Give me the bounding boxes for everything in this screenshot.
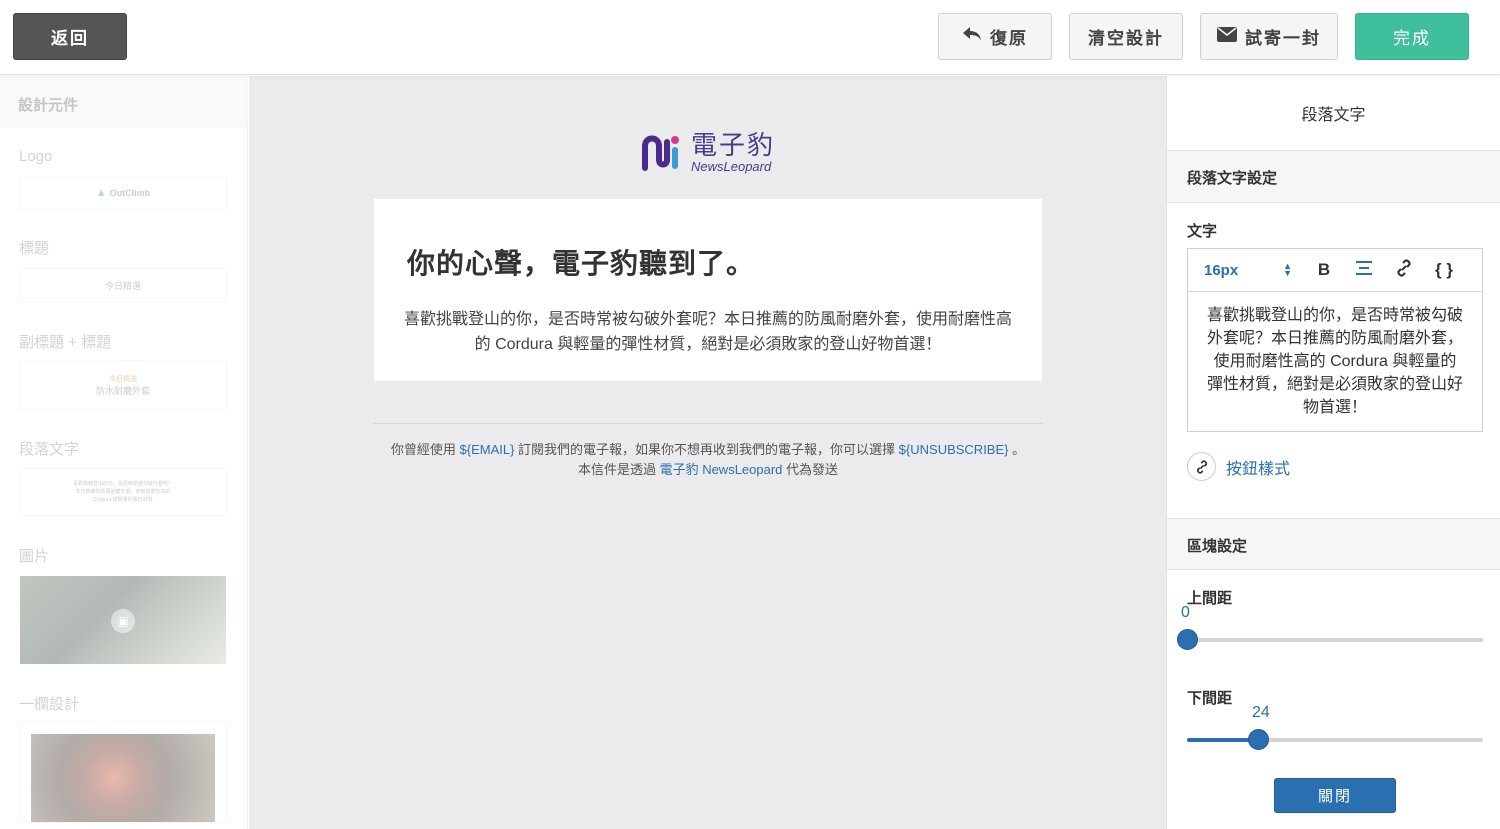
mountain-icon: ▲ <box>95 187 107 199</box>
component-paragraph-line: Cordura 與輕量的彈性材質 <box>93 497 153 503</box>
component-label-logo: Logo <box>19 148 53 165</box>
component-logo[interactable]: ▲ OutClimb <box>19 176 227 210</box>
clear-design-label: 清空設計 <box>1088 29 1164 48</box>
button-style-label: 按鈕樣式 <box>1226 460 1291 478</box>
footer-line-1: 你曾經使用 ${EMAIL} 訂閱我們的電子報，如果你不想再收到我們的電子報，你… <box>359 440 1057 460</box>
undo-icon <box>962 26 982 47</box>
paragraph-editor: 16px ▲ ▼ B { } 喜歡挑戰登山的你，是否時常被勾破外套呢？本日推薦的防… <box>1187 248 1483 432</box>
component-paragraph-line: 本日推薦的防風耐磨外套，使用耐磨性高的 <box>75 489 171 495</box>
link-icon[interactable] <box>1384 258 1424 282</box>
email-heading[interactable]: 你的心聲，電子豹聽到了。 <box>407 242 755 282</box>
send-test-button[interactable]: 試寄一封 <box>1200 13 1338 60</box>
email-variable: ${EMAIL} <box>459 442 515 457</box>
logo-english-name: NewsLeopard <box>691 159 772 174</box>
footer-text: 。 <box>1008 442 1026 457</box>
top-padding-slider[interactable] <box>1176 629 1483 650</box>
bottom-padding-slider[interactable] <box>1187 729 1483 750</box>
component-subtitle-title[interactable]: 今日精選 防水耐磨外套 <box>19 360 227 410</box>
component-label-title: 標題 <box>19 240 50 257</box>
font-size-select[interactable]: 16px ▲ ▼ <box>1204 262 1292 279</box>
components-sidebar: 設計元件 Logo ▲ OutClimb 標題 今日精選 副標題 + 標題 今日… <box>0 76 248 829</box>
component-label-paragraph: 段落文字 <box>19 441 80 458</box>
align-center-icon[interactable] <box>1344 260 1384 280</box>
image-placeholder-icon: ▣ <box>111 609 135 633</box>
envelope-icon <box>1217 26 1237 47</box>
component-paragraph[interactable]: 喜歡挑戰登山的你，是否時常被勾破外套呢？ 本日推薦的防風耐磨外套，使用耐磨性高的… <box>19 468 227 516</box>
undo-button[interactable]: 復原 <box>938 13 1052 60</box>
brand-logo[interactable]: 電子豹 NewsLeopard <box>641 128 775 177</box>
back-label: 返回 <box>51 29 89 48</box>
component-paragraph-line: 喜歡挑戰登山的你，是否時常被勾破外套呢？ <box>72 481 173 487</box>
footer-divider <box>374 423 1042 424</box>
component-label-subtitle-title: 副標題 + 標題 <box>19 334 112 351</box>
top-toolbar: 返回 復原 清空設計 試寄一封 完成 <box>0 0 1500 75</box>
text-field-label: 文字 <box>1187 223 1218 240</box>
footer-line-2: 本信件是透過 電子豹 NewsLeopard 代為發送 <box>359 460 1057 480</box>
done-label: 完成 <box>1393 29 1431 48</box>
component-subtitle-preview: 今日精選 <box>109 375 137 383</box>
component-label-image: 圖片 <box>19 548 50 565</box>
content-block[interactable]: 你的心聲，電子豹聽到了。 喜歡挑戰登山的你，是否時常被勾破外套呢？本日推薦的防風… <box>374 199 1042 381</box>
link-circle-icon <box>1187 452 1216 481</box>
settings-panel: 段落文字 段落文字設定 文字 16px ▲ ▼ B { } 喜歡挑戰登山的你，是否… <box>1166 76 1500 829</box>
bottom-padding-label: 下間距 <box>1187 690 1233 707</box>
component-title[interactable]: 今日精選 <box>19 268 227 302</box>
close-button[interactable]: 關閉 <box>1274 778 1396 813</box>
done-button[interactable]: 完成 <box>1355 13 1469 60</box>
component-label-one-column: 一欄設計 <box>19 696 80 713</box>
footer-text: 代為發送 <box>782 462 839 477</box>
footer-text: 本信件是透過 <box>577 462 660 477</box>
footer-text: 你曾經使用 <box>390 442 460 457</box>
component-title-preview: 今日精選 <box>104 280 141 291</box>
top-padding-value: 0 <box>1181 604 1190 621</box>
logo-chinese-name: 電子豹 <box>691 130 776 160</box>
top-padding-thumb[interactable] <box>1176 629 1198 650</box>
component-logo-preview: OutClimb <box>109 188 151 198</box>
undo-label: 復原 <box>990 29 1028 48</box>
clear-design-button[interactable]: 清空設計 <box>1069 13 1183 60</box>
newsleopard-logo-icon <box>641 128 685 177</box>
block-settings-header: 區塊設定 <box>1167 518 1500 570</box>
editor-textarea[interactable]: 喜歡挑戰登山的你，是否時常被勾破外套呢？本日推薦的防風耐磨外套，使用耐磨性高的 … <box>1188 292 1482 431</box>
unsubscribe-variable[interactable]: ${UNSUBSCRIBE} <box>899 442 1009 457</box>
editor-toolbar: 16px ▲ ▼ B { } <box>1188 249 1482 292</box>
component-subtitle-title-preview: 防水耐磨外套 <box>95 385 150 396</box>
email-paragraph[interactable]: 喜歡挑戰登山的你，是否時常被勾破外套呢？本日推薦的防風耐磨外套，使用耐磨性高的 … <box>399 307 1017 357</box>
select-arrows-icon: ▲ ▼ <box>1283 261 1292 278</box>
top-padding-label: 上間距 <box>1187 590 1233 607</box>
font-size-value: 16px <box>1204 261 1239 279</box>
email-canvas: 電子豹 NewsLeopard 你的心聲，電子豹聽到了。 喜歡挑戰登山的你，是否… <box>249 76 1166 829</box>
send-test-label: 試寄一封 <box>1245 29 1321 48</box>
button-style-link[interactable]: 按鈕樣式 <box>1187 452 1290 481</box>
sidebar-header: 設計元件 <box>0 76 247 128</box>
paragraph-settings-header: 段落文字設定 <box>1167 151 1500 203</box>
component-image[interactable]: ▣ <box>20 576 226 664</box>
newsleopard-link[interactable]: 電子豹 NewsLeopard <box>660 462 783 477</box>
bottom-padding-thumb[interactable] <box>1247 729 1269 750</box>
bold-button[interactable]: B <box>1304 260 1344 280</box>
panel-title: 段落文字 <box>1167 76 1500 151</box>
variable-braces-button[interactable]: { } <box>1424 260 1464 280</box>
email-footer: 你曾經使用 ${EMAIL} 訂閱我們的電子報，如果你不想再收到我們的電子報，你… <box>359 440 1057 480</box>
component-one-column-image <box>31 734 215 822</box>
back-button[interactable]: 返回 <box>13 13 127 60</box>
footer-text: 訂閱我們的電子報，如果你不想再收到我們的電子報，你可以選擇 <box>514 442 899 457</box>
bottom-padding-value: 24 <box>1252 704 1270 721</box>
